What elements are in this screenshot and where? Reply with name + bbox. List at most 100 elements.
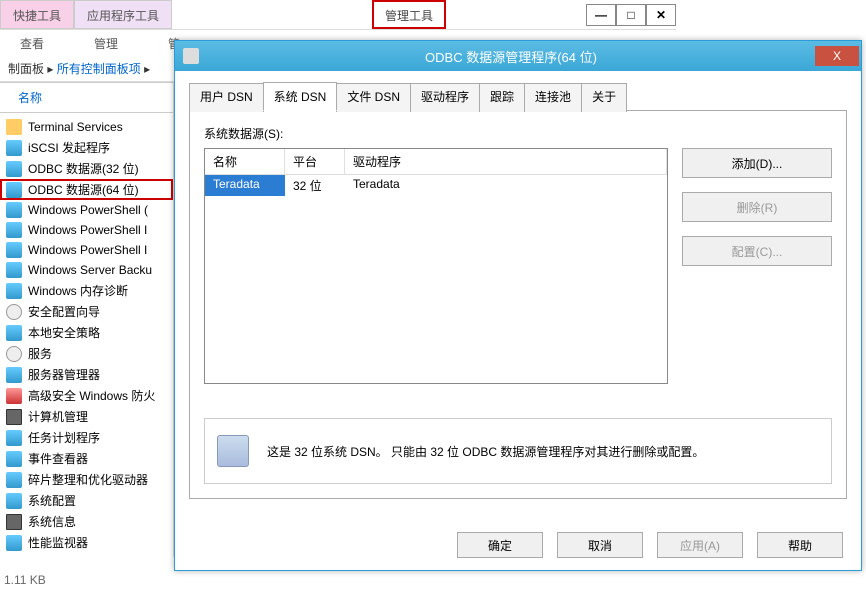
sidebar-item-17[interactable]: 碎片整理和优化驱动器 (0, 469, 173, 490)
apply-button[interactable]: 应用(A) (657, 532, 743, 558)
tab-tracing[interactable]: 跟踪 (479, 83, 525, 112)
col-platform[interactable]: 平台 (285, 149, 345, 174)
odbc-titlebar[interactable]: ODBC 数据源管理程序(64 位) X (175, 41, 861, 71)
tab-drivers[interactable]: 驱动程序 (410, 83, 480, 112)
sidebar-item-label: 性能监视器 (28, 534, 88, 551)
odbc-title: ODBC 数据源管理程序(64 位) (207, 47, 815, 66)
app-icon (6, 325, 22, 341)
odbc-app-icon (183, 48, 199, 64)
sidebar-item-7[interactable]: Windows Server Backu (0, 260, 173, 280)
app-icon (6, 242, 22, 258)
dsn-row[interactable]: Teradata 32 位 Teradata (205, 175, 667, 196)
maximize-button[interactable]: □ (616, 4, 646, 26)
app-icon (6, 283, 22, 299)
sidebar-item-20[interactable]: 性能监视器 (0, 532, 173, 553)
configure-button[interactable]: 配置(C)... (682, 236, 832, 266)
tab-system-dsn[interactable]: 系统 DSN (263, 82, 338, 111)
toolbar-manage[interactable]: 管理 (94, 35, 118, 52)
remove-button[interactable]: 删除(R) (682, 192, 832, 222)
ribbon-tab-quick[interactable]: 快捷工具 (0, 0, 74, 29)
tab-about[interactable]: 关于 (581, 83, 627, 112)
sidebar-item-13[interactable]: 高级安全 Windows 防火 (0, 385, 173, 406)
monitor-icon (6, 514, 22, 530)
dsn-row-driver: Teradata (345, 175, 667, 196)
odbc-dialog: ODBC 数据源管理程序(64 位) X 用户 DSN 系统 DSN 文件 DS… (174, 40, 862, 571)
sidebar-item-label: 服务 (28, 345, 52, 362)
info-panel: 这是 32 位系统 DSN。 只能由 32 位 ODBC 数据源管理程序对其进行… (204, 418, 832, 484)
sidebar-item-label: 本地安全策略 (28, 324, 100, 341)
tab-pooling[interactable]: 连接池 (524, 83, 582, 112)
ribbon-tab-mgmt[interactable]: 管理工具 (372, 0, 446, 29)
app-icon (6, 493, 22, 509)
dsn-row-name: Teradata (205, 175, 285, 196)
col-name[interactable]: 名称 (205, 149, 285, 174)
sidebar-item-label: 安全配置向导 (28, 303, 100, 320)
sidebar-item-label: Terminal Services (28, 120, 123, 134)
name-column-header[interactable]: 名称 (0, 82, 173, 113)
sidebar-item-19[interactable]: 系统信息 (0, 511, 173, 532)
sidebar-item-3[interactable]: ODBC 数据源(64 位) (0, 179, 173, 200)
breadcrumb-cp[interactable]: 制面板 (8, 62, 44, 76)
sidebar-item-16[interactable]: 事件查看器 (0, 448, 173, 469)
sidebar-item-5[interactable]: Windows PowerShell I (0, 220, 173, 240)
sidebar-item-11[interactable]: 服务 (0, 343, 173, 364)
app-icon (6, 262, 22, 278)
app-icon (6, 535, 22, 551)
odbc-close-button[interactable]: X (815, 46, 859, 66)
gear-icon (6, 304, 22, 320)
system-dsn-label: 系统数据源(S): (204, 125, 832, 142)
close-button[interactable]: ✕ (646, 4, 676, 26)
cp-titlebar: 快捷工具 应用程序工具 管理工具 — □ ✕ (0, 0, 676, 30)
tab-file-dsn[interactable]: 文件 DSN (336, 83, 411, 112)
sidebar-item-8[interactable]: Windows 内存诊断 (0, 280, 173, 301)
sidebar-item-label: 服务器管理器 (28, 366, 100, 383)
ok-button[interactable]: 确定 (457, 532, 543, 558)
info-icon (217, 435, 249, 467)
dsn-listbox[interactable]: 名称 平台 驱动程序 Teradata 32 位 Teradata (204, 148, 668, 384)
monitor-icon (6, 409, 22, 425)
tab-user-dsn[interactable]: 用户 DSN (189, 83, 264, 112)
dsn-list-header: 名称 平台 驱动程序 (205, 149, 667, 175)
sidebar-item-0[interactable]: Terminal Services (0, 117, 173, 137)
status-bar: 1.11 KB (4, 573, 46, 587)
sidebar-item-10[interactable]: 本地安全策略 (0, 322, 173, 343)
status-size: 1.11 KB (4, 573, 46, 587)
sidebar-item-label: 高级安全 Windows 防火 (28, 387, 155, 404)
app-icon (6, 140, 22, 156)
app-icon (6, 161, 22, 177)
help-button[interactable]: 帮助 (757, 532, 843, 558)
sidebar-item-18[interactable]: 系统配置 (0, 490, 173, 511)
sidebar-item-label: Windows PowerShell I (28, 243, 147, 257)
ribbon-tab-app[interactable]: 应用程序工具 (74, 0, 172, 29)
col-driver[interactable]: 驱动程序 (345, 149, 667, 174)
sidebar-item-label: Windows PowerShell ( (28, 203, 148, 217)
sidebar-item-9[interactable]: 安全配置向导 (0, 301, 173, 322)
sidebar-item-label: 碎片整理和优化驱动器 (28, 471, 148, 488)
sidebar-item-6[interactable]: Windows PowerShell I (0, 240, 173, 260)
sidebar-item-12[interactable]: 服务器管理器 (0, 364, 173, 385)
sidebar-item-4[interactable]: Windows PowerShell ( (0, 200, 173, 220)
sidebar-item-1[interactable]: iSCSI 发起程序 (0, 137, 173, 158)
breadcrumb-all[interactable]: 所有控制面板项 (57, 62, 141, 76)
dsn-action-buttons: 添加(D)... 删除(R) 配置(C)... (682, 148, 832, 384)
cancel-button[interactable]: 取消 (557, 532, 643, 558)
add-button[interactable]: 添加(D)... (682, 148, 832, 178)
sidebar-item-label: 任务计划程序 (28, 429, 100, 446)
app-icon (6, 430, 22, 446)
app-icon (6, 202, 22, 218)
odbc-main-area: 名称 平台 驱动程序 Teradata 32 位 Teradata 添加(D).… (204, 148, 832, 384)
minimize-button[interactable]: — (586, 4, 616, 26)
sidebar-item-2[interactable]: ODBC 数据源(32 位) (0, 158, 173, 179)
app-icon (6, 367, 22, 383)
odbc-tab-content: 系统数据源(S): 名称 平台 驱动程序 Teradata 32 位 Terad… (189, 111, 847, 499)
folder-icon (6, 119, 22, 135)
sidebar-item-15[interactable]: 任务计划程序 (0, 427, 173, 448)
app-icon (6, 451, 22, 467)
sidebar-item-label: 事件查看器 (28, 450, 88, 467)
toolbar-view[interactable]: 查看 (20, 35, 44, 52)
sidebar-item-label: ODBC 数据源(32 位) (28, 160, 139, 177)
shield-icon (6, 388, 22, 404)
sidebar-item-14[interactable]: 计算机管理 (0, 406, 173, 427)
sidebar-item-label: Windows PowerShell I (28, 223, 147, 237)
sidebar-item-label: Windows Server Backu (28, 263, 152, 277)
